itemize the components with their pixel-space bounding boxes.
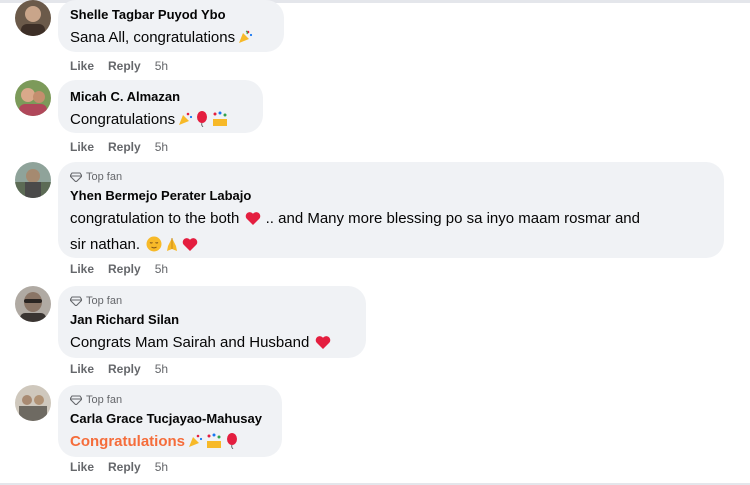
party-popper-icon bbox=[237, 29, 253, 52]
comment-bubble: Top fan Jan Richard Silan Congrats Mam S… bbox=[58, 286, 366, 358]
top-fan-badge: Top fan bbox=[70, 170, 712, 184]
heart-icon bbox=[245, 210, 261, 233]
avatar[interactable] bbox=[15, 385, 51, 421]
reply-button[interactable]: Reply bbox=[108, 59, 141, 73]
avatar[interactable] bbox=[15, 286, 51, 322]
party-popper-icon bbox=[187, 433, 203, 456]
reply-button[interactable]: Reply bbox=[108, 262, 141, 276]
like-button[interactable]: Like bbox=[70, 262, 94, 276]
heart-icon bbox=[315, 334, 331, 357]
comment-timestamp[interactable]: 5h bbox=[155, 262, 168, 276]
comment-author[interactable]: Shelle Tagbar Puyod Ybo bbox=[70, 6, 272, 23]
comment-text-line2: sir nathan. bbox=[70, 236, 141, 253]
top-fan-label: Top fan bbox=[86, 171, 123, 183]
comment-bubble: Top fan Yhen Bermejo Perater Labajo cong… bbox=[58, 162, 724, 258]
diamond-icon bbox=[70, 172, 82, 182]
heart-icon bbox=[182, 236, 198, 259]
comment-author[interactable]: Jan Richard Silan bbox=[70, 311, 354, 328]
comment-text: Congrats Mam Sairah and Husband bbox=[70, 331, 354, 357]
comment-actions: Like Reply 5h bbox=[70, 362, 168, 376]
like-button[interactable]: Like bbox=[70, 59, 94, 73]
comment-text-body: Sana All, congratulations bbox=[70, 29, 236, 46]
party-popper-icon bbox=[177, 111, 193, 134]
comment-actions: Like Reply 5h bbox=[70, 59, 168, 73]
confetti-icon bbox=[205, 433, 223, 456]
comment-author[interactable]: Carla Grace Tucjayao-Mahusay bbox=[70, 410, 270, 427]
comment-text: Sana All, congratulations bbox=[70, 26, 272, 52]
reply-button[interactable]: Reply bbox=[108, 362, 141, 376]
avatar[interactable] bbox=[15, 0, 51, 36]
like-button[interactable]: Like bbox=[70, 362, 94, 376]
avatar[interactable] bbox=[15, 162, 51, 198]
comment-bubble: Shelle Tagbar Puyod Ybo Sana All, congra… bbox=[58, 0, 284, 52]
diamond-icon bbox=[70, 296, 82, 306]
comment-timestamp[interactable]: 5h bbox=[155, 362, 168, 376]
avatar[interactable] bbox=[15, 80, 51, 116]
comment-author[interactable]: Micah C. Almazan bbox=[70, 88, 251, 105]
comment-timestamp[interactable]: 5h bbox=[155, 460, 168, 474]
top-fan-label: Top fan bbox=[86, 394, 123, 406]
top-fan-badge: Top fan bbox=[70, 294, 354, 308]
comment-text-line1: congratulation to the both bbox=[70, 210, 240, 227]
balloon-icon bbox=[225, 433, 239, 456]
comment-timestamp[interactable]: 5h bbox=[155, 59, 168, 73]
comment-bubble: Micah C. Almazan Congratulations bbox=[58, 80, 263, 133]
comment-text-body: Congrats Mam Sairah and Husband bbox=[70, 334, 310, 351]
comment-text-line1b: .. and Many more blessing po sa inyo maa… bbox=[265, 210, 640, 227]
comment-actions: Like Reply 5h bbox=[70, 140, 168, 154]
comment-text: congratulation to the both .. and Many m… bbox=[70, 207, 712, 259]
balloon-icon bbox=[195, 111, 209, 134]
relieved-face-icon bbox=[146, 236, 162, 259]
comment-text-body: Congratulations bbox=[70, 433, 185, 450]
top-fan-label: Top fan bbox=[86, 295, 123, 307]
comment-author[interactable]: Yhen Bermejo Perater Labajo bbox=[70, 187, 712, 204]
comment-timestamp[interactable]: 5h bbox=[155, 140, 168, 154]
top-fan-badge: Top fan bbox=[70, 393, 270, 407]
comment-text-body: Congratulations bbox=[70, 111, 176, 128]
praying-hands-icon bbox=[164, 236, 180, 259]
like-button[interactable]: Like bbox=[70, 140, 94, 154]
comment-actions: Like Reply 5h bbox=[70, 460, 168, 474]
diamond-icon bbox=[70, 395, 82, 405]
reply-button[interactable]: Reply bbox=[108, 140, 141, 154]
comment-actions: Like Reply 5h bbox=[70, 262, 168, 276]
comment-bubble: Top fan Carla Grace Tucjayao-Mahusay Con… bbox=[58, 385, 282, 457]
like-button[interactable]: Like bbox=[70, 460, 94, 474]
comments-feed: Shelle Tagbar Puyod Ybo Sana All, congra… bbox=[0, 0, 750, 485]
reply-button[interactable]: Reply bbox=[108, 460, 141, 474]
confetti-icon bbox=[211, 111, 229, 134]
comment-text: Congratulations bbox=[70, 108, 251, 134]
comment-text: Congratulations bbox=[70, 430, 270, 456]
